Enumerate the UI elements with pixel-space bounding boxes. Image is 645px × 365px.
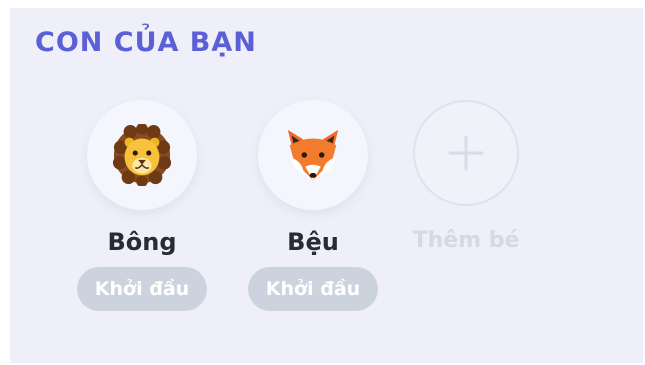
plus-icon (448, 135, 484, 171)
level-badge: Khởi đầu (76, 267, 208, 311)
add-child-label: Thêm bé (412, 228, 520, 253)
level-badge: Khởi đầu (247, 267, 379, 311)
lion-icon (112, 124, 172, 186)
child-avatar[interactable] (87, 100, 197, 210)
add-child-circle[interactable] (413, 100, 519, 206)
add-child-button[interactable]: Thêm bé (408, 100, 524, 254)
fox-icon (287, 129, 339, 181)
child-name: Bông (107, 228, 177, 256)
child-card-beu[interactable]: Bệu Khởi đầu (238, 100, 388, 311)
section-title: CON CỦA BẠN (35, 27, 257, 58)
child-card-bong[interactable]: Bông Khởi đầu (67, 100, 217, 311)
children-panel: CON CỦA BẠN Bông Khởi đầu Bệu Khởi đầu T… (10, 8, 643, 363)
child-avatar[interactable] (258, 100, 368, 210)
child-name: Bệu (287, 228, 339, 256)
